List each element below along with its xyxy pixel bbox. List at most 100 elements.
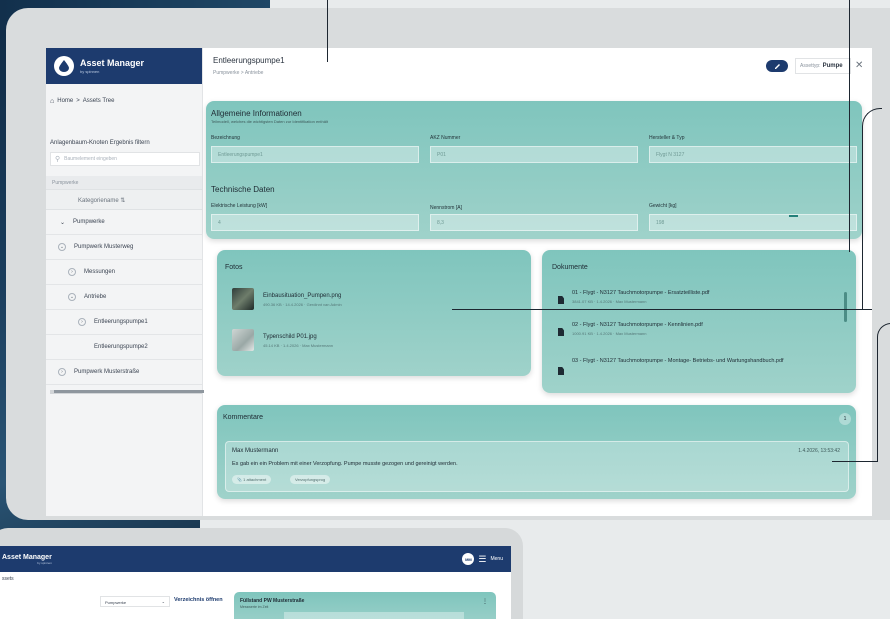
tree-row[interactable]: › Messungen [46,260,202,285]
tag-chip[interactable]: Verzopfungsprog [290,475,331,484]
documents-scrollbar[interactable] [844,292,847,322]
gewicht-field[interactable]: 198 [649,214,857,231]
photo-name[interactable]: Einbausituation_Pumpen.png [263,293,341,299]
field-label: Nennstrom [A] [430,205,462,211]
tech-data-title: Technische Daten [211,185,275,194]
field-label: Gewicht [kg] [649,203,677,209]
comment-text: Es gab ein ein Problem mit einer Verzopf… [232,461,458,467]
pencil-icon [774,63,780,69]
field-label: Elektrische Leistung [kW] [211,203,268,209]
breadcrumb: ⌂ Home > Assets Tree [46,84,202,132]
tree-header: Pumpwerke [46,176,202,190]
select-value: Pumpwerke [105,600,127,605]
tree-column-header[interactable]: Kategoriename ⇅ [46,190,202,210]
cursor-mark [789,215,798,217]
close-icon[interactable]: ✕ [855,60,863,71]
tree-row[interactable]: Entleerungspumpe2 [46,335,202,360]
nennstrom-field[interactable]: 8,3 [430,214,638,231]
callout-line [832,461,878,462]
second-brand[interactable]: Asset Manager by spinnen [2,554,52,565]
document-meta: 1000.91 KB · 1.4.2026 · Max Mustermann [572,331,647,336]
bezeichnung-field[interactable]: Entleerungspumpe1 [211,146,419,163]
asset-tree: Pumpwerke Kategoriename ⇅ ⌄ Pumpwerke ⌄ Pu… [46,176,202,385]
callout-line [327,0,328,62]
fill-level-title: Füllstand PW Musterstraße [240,598,305,604]
breadcrumb-home[interactable]: Home [57,98,73,132]
pdf-file-icon [558,328,564,336]
document-name[interactable]: 01 - Flygt - N3127 Tauchmotorpumpe - Ers… [572,289,802,297]
expand-icon[interactable]: › [78,318,86,326]
comment-card[interactable]: Max Mustermann 1.4.2026, 13:53:42 Es gab… [225,441,849,492]
photo-thumbnail[interactable] [232,329,254,351]
akz-field[interactable]: P01 [430,146,638,163]
chart-area [284,612,464,619]
attachment-chip[interactable]: 📎 1 attachment [232,475,272,484]
comment-author: Max Mustermann [232,448,279,454]
pdf-file-icon [558,296,564,304]
tree-horizontal-scrollbar[interactable] [50,390,204,394]
tree-row-label: Antriebe [84,294,107,300]
fill-level-panel: Füllstand PW Musterstraße Messwerte im Z… [234,592,496,619]
tree-row[interactable]: ⌄ Pumpwerk Musterweg [46,235,202,260]
kebab-menu-icon[interactable]: ⋮ [482,598,488,605]
photo-meta: 490.36 KB · 14.4.2026 · Gerdinnt van Adm… [263,302,342,307]
documents-title: Dokumente [552,264,588,271]
photos-title: Fotos [225,264,243,271]
asset-type-field[interactable]: Assettyp: Pumpe [795,58,851,74]
sidebar: Asset Manager by spinnen ⌂ Home > Assets… [46,48,204,516]
tree-row-label: Pumpwerk Musterweg [74,244,134,250]
pumpwerke-select[interactable]: Pumpwerke ⌄ [100,596,170,607]
tree-row[interactable]: ⌄ Pumpwerke [46,210,202,235]
collapse-icon[interactable]: ⌄ [58,243,66,251]
document-name[interactable]: 03 - Flygt - N3127 Tauchmotorpumpe - Mon… [572,357,802,365]
field-label: AKZ Nummer [430,135,461,141]
comment-timestamp: 1.4.2026, 13:53:42 [798,448,840,454]
tree-row-label: Entleerungspumpe2 [94,344,148,350]
second-brand-name: Asset Manager [2,553,52,561]
drop-logo-icon [54,56,74,76]
collapse-icon[interactable]: ⌄ [68,293,76,301]
asset-type-label: Assettyp: [800,63,821,69]
callout-line [452,309,872,310]
paperclip-icon: 📎 [237,477,242,482]
expand-icon[interactable]: › [68,268,76,276]
scrollbar-thumb[interactable] [54,390,204,393]
home-icon[interactable]: ⌂ [50,98,54,132]
tree-row[interactable]: › Pumpwerk Musterstraße [46,360,202,385]
brand-bar[interactable]: Asset Manager by spinnen [46,48,202,84]
main-content: Entleerungspumpe1 Pumpwerke > Antriebe A… [203,48,872,516]
general-info-panel: Allgemeine Informationen Teilmodell, wel… [206,101,862,239]
general-info-subtitle: Teilmodell, welches die wichtigsten Date… [211,119,328,124]
second-topbar: Asset Manager by spinnen MM ☰ Menu [0,546,511,572]
callout-curve [862,108,882,310]
leistung-field[interactable]: 4 [211,214,419,231]
attachment-chip-label: 1 attachment [243,477,267,482]
photo-name[interactable]: Typenschild P01.jpg [263,334,317,340]
expand-icon[interactable]: › [58,368,66,376]
sort-icon[interactable]: ⇅ [120,198,125,204]
tree-row-label: Pumpwerk Musterstraße [74,369,140,375]
brand-name: Asset Manager [80,58,145,68]
document-name[interactable]: 02 - Flygt - N3127 Tauchmotorpumpe - Ken… [572,321,802,329]
tree-row-selected[interactable]: › Entleerungspumpe1 [46,310,202,335]
menu-label[interactable]: Menu [490,556,503,562]
open-directory-link[interactable]: Verzeichnis öffnen [174,597,223,603]
hamburger-menu-icon[interactable]: ☰ [478,554,486,565]
app-screen: Asset Manager by spinnen ⌂ Home > Assets… [46,48,872,516]
tree-search-input[interactable]: ⚲ Baumelement eingeben [50,152,200,166]
tree-row[interactable]: ⌄ Antriebe [46,285,202,310]
second-brand-by: by spinnen [37,560,52,565]
search-placeholder: Baumelement eingeben [64,156,117,162]
comments-count-badge[interactable]: 1 [839,413,851,425]
page-path: Pumpwerke > Antriebe [213,70,264,76]
comments-panel: Kommentare 1 Max Mustermann 1.4.2026, 13… [217,405,856,499]
breadcrumb-assets-tree[interactable]: Assets Tree [83,98,115,132]
hersteller-field[interactable]: Flygt N 3127 [649,146,857,163]
chevron-down-icon: ⌄ [161,599,165,604]
edit-button[interactable] [766,60,788,72]
avatar[interactable]: MM [462,553,475,565]
chevron-down-icon[interactable]: ⌄ [60,219,65,226]
tree-row-label: Messungen [84,269,116,275]
breadcrumb-separator: > [76,98,80,104]
photo-thumbnail[interactable] [232,288,254,310]
